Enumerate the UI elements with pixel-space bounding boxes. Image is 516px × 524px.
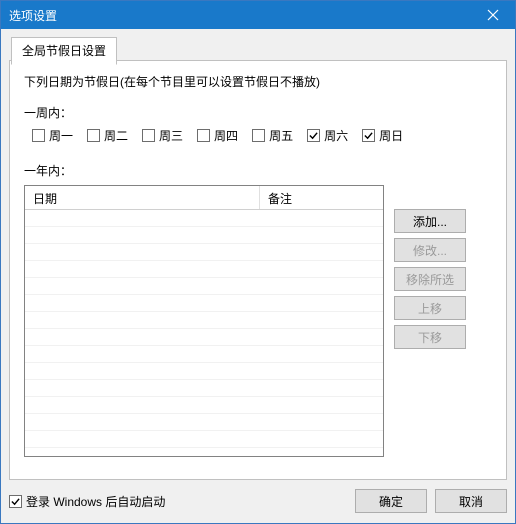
- weekday-checkbox-3[interactable]: 周四: [197, 127, 238, 144]
- checkbox-box: [32, 129, 45, 142]
- weekday-checkbox-5[interactable]: 周六: [307, 127, 348, 144]
- week-checkbox-row: 周一 周二 周三 周四 周五 周六 周日: [32, 127, 492, 144]
- weekday-checkbox-0[interactable]: 周一: [32, 127, 73, 144]
- weekday-label: 周六: [324, 127, 348, 144]
- table-row[interactable]: [25, 312, 383, 329]
- table-row[interactable]: [25, 414, 383, 431]
- table-row[interactable]: [25, 278, 383, 295]
- listview-buttons: 添加... 修改... 移除所选 上移 下移: [394, 209, 466, 349]
- weekday-checkbox-1[interactable]: 周二: [87, 127, 128, 144]
- move-up-button[interactable]: 上移: [394, 296, 466, 320]
- tabstrip: 全局节假日设置: [11, 37, 117, 65]
- listview-header: 日期 备注: [25, 186, 383, 210]
- table-row[interactable]: [25, 363, 383, 380]
- checkbox-box: [252, 129, 265, 142]
- listview-body: [25, 210, 383, 456]
- remove-button[interactable]: 移除所选: [394, 267, 466, 291]
- close-button[interactable]: [471, 1, 515, 29]
- weekday-checkbox-4[interactable]: 周五: [252, 127, 293, 144]
- weekday-label: 周三: [159, 127, 183, 144]
- year-section-label: 一年内：: [24, 162, 492, 179]
- tab-holiday-settings[interactable]: 全局节假日设置: [11, 37, 117, 65]
- holiday-description: 下列日期为节假日(在每个节目里可以设置节假日不播放): [24, 73, 492, 90]
- table-row[interactable]: [25, 397, 383, 414]
- checkbox-box: [9, 495, 22, 508]
- table-row[interactable]: [25, 431, 383, 448]
- close-icon: [487, 9, 499, 21]
- weekday-checkbox-6[interactable]: 周日: [362, 127, 403, 144]
- table-row[interactable]: [25, 244, 383, 261]
- move-down-button[interactable]: 下移: [394, 325, 466, 349]
- checkbox-box: [362, 129, 375, 142]
- checkbox-box: [307, 129, 320, 142]
- window-title: 选项设置: [9, 7, 57, 24]
- autostart-checkbox[interactable]: 登录 Windows 后自动启动: [9, 493, 165, 510]
- column-date[interactable]: 日期: [25, 186, 260, 209]
- table-row[interactable]: [25, 295, 383, 312]
- autostart-label: 登录 Windows 后自动启动: [26, 493, 165, 510]
- checkbox-box: [87, 129, 100, 142]
- column-note[interactable]: 备注: [260, 186, 383, 209]
- checkbox-box: [197, 129, 210, 142]
- client-area: 全局节假日设置 下列日期为节假日(在每个节目里可以设置节假日不播放) 一周内： …: [1, 29, 515, 523]
- add-button[interactable]: 添加...: [394, 209, 466, 233]
- titlebar: 选项设置: [1, 1, 515, 29]
- tab-label: 全局节假日设置: [22, 44, 106, 58]
- ok-button[interactable]: 确定: [355, 489, 427, 513]
- table-row[interactable]: [25, 346, 383, 363]
- table-row[interactable]: [25, 210, 383, 227]
- table-row[interactable]: [25, 227, 383, 244]
- weekday-label: 周四: [214, 127, 238, 144]
- weekday-label: 周二: [104, 127, 128, 144]
- year-listview[interactable]: 日期 备注: [24, 185, 384, 457]
- table-row[interactable]: [25, 329, 383, 346]
- weekday-label: 周一: [49, 127, 73, 144]
- table-row[interactable]: [25, 380, 383, 397]
- table-row[interactable]: [25, 261, 383, 278]
- weekday-checkbox-2[interactable]: 周三: [142, 127, 183, 144]
- cancel-button[interactable]: 取消: [435, 489, 507, 513]
- weekday-label: 周五: [269, 127, 293, 144]
- tab-panel: 下列日期为节假日(在每个节目里可以设置节假日不播放) 一周内： 周一 周二 周三 周四…: [9, 60, 507, 480]
- edit-button[interactable]: 修改...: [394, 238, 466, 262]
- week-section-label: 一周内：: [24, 104, 492, 121]
- weekday-label: 周日: [379, 127, 403, 144]
- bottom-bar: 登录 Windows 后自动启动 确定 取消: [9, 489, 507, 513]
- checkbox-box: [142, 129, 155, 142]
